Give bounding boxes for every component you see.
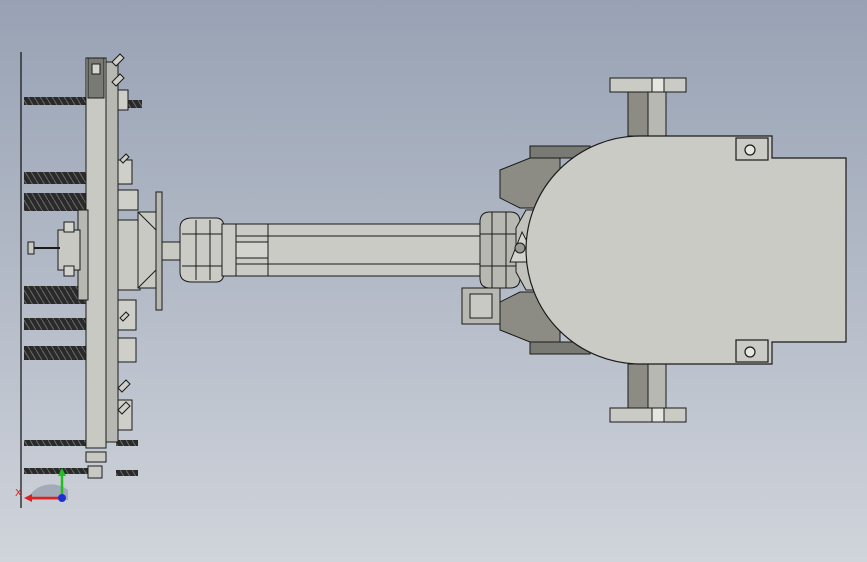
robot-arm-tube (235, 223, 483, 277)
mounting-bracket (137, 191, 183, 311)
gripper-plate-assembly (27, 53, 141, 479)
cad-model-view[interactable] (0, 0, 867, 562)
cad-viewport[interactable]: X (0, 0, 867, 562)
robot-base (525, 135, 847, 365)
triad-x-arrowhead (24, 494, 32, 502)
triad-x-label: X (15, 488, 22, 499)
arm-wrist-flange (179, 217, 237, 283)
triad-y-arrowhead (58, 468, 66, 476)
triad-z-axis (58, 494, 66, 502)
coordinate-triad: X (15, 468, 68, 502)
